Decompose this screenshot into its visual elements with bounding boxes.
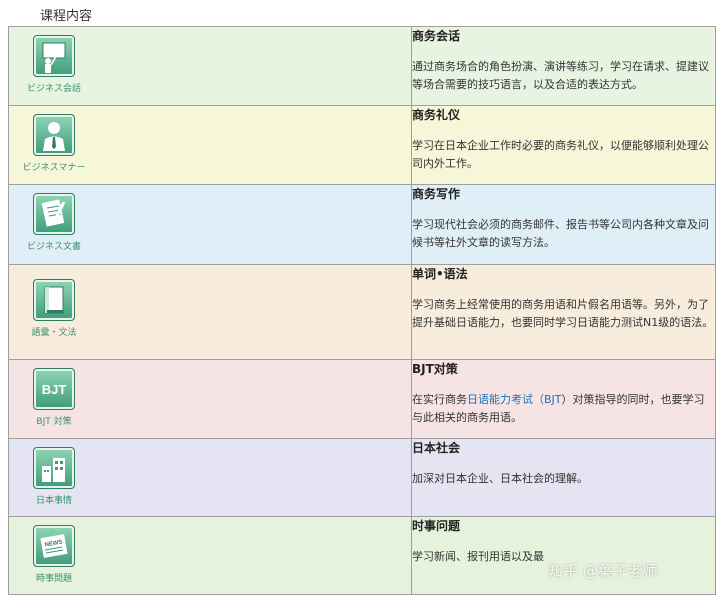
course-title: 时事问题: [412, 519, 461, 533]
icon-label: BJT 対策: [36, 417, 72, 427]
course-title: 商务礼仪: [412, 108, 461, 122]
page-title: 课程内容: [40, 9, 93, 24]
desc-text: 在实行商务: [412, 393, 467, 406]
table-row: ビジネス文書 商务写作 学习现代社会必须的商务邮件、报告书等公司内各种文章及问候…: [8, 184, 716, 265]
icon-cell: 語彙・文法: [8, 264, 412, 360]
icon-cell: BJT BJT 対策: [8, 359, 412, 439]
table-row: BJT BJT 対策 BJT对策 在实行商务日语能力考试（BJT）对策指导的同时…: [8, 359, 716, 439]
newspaper-icon: NEWS: [33, 525, 75, 567]
book-icon: [33, 279, 75, 321]
buildings-icon: [33, 447, 75, 489]
watermark: 知乎 @葉子老师: [548, 562, 658, 580]
document-pen-icon: [33, 193, 75, 235]
course-title: 日本社会: [412, 441, 461, 455]
course-description: 加深对日本企业、日本社会的理解。: [412, 472, 588, 485]
icon-cell: ビジネス会話: [8, 26, 412, 106]
bjt-icon: BJT: [33, 368, 75, 410]
course-icon: ビジネス会話: [14, 35, 94, 94]
table-row: ビジネス会話 商务会话 通过商务场合的角色扮演、演讲等练习，学习在请求、提建议等…: [8, 26, 716, 106]
description-cell: 商务礼仪 学习在日本企业工作时必要的商务礼仪，以便能够顺利处理公司内外工作。: [411, 105, 716, 185]
course-description: 学习在日本企业工作时必要的商务礼仪，以便能够顺利处理公司内外工作。: [412, 139, 709, 170]
icon-cell: ビジネスマナー: [8, 105, 412, 185]
description-cell: 日本社会 加深对日本企业、日本社会的理解。: [411, 438, 716, 517]
icon-label: ビジネス文書: [26, 242, 81, 252]
description-cell: 单词•语法 学习商务上经常使用的商务用语和片假名用语等。另外，为了提升基础日语能…: [411, 264, 716, 360]
bjt-icon-text: BJT: [42, 382, 67, 397]
businessman-icon: [33, 114, 75, 156]
table-row: 語彙・文法 单词•语法 学习商务上经常使用的商务用语和片假名用语等。另外，为了提…: [8, 264, 716, 360]
presentation-icon: [33, 35, 75, 77]
course-title: 商务写作: [412, 187, 461, 201]
icon-cell: ビジネス文書: [8, 184, 412, 265]
icon-cell: NEWS 時事問題: [8, 516, 412, 595]
icon-label: ビジネスマナー: [22, 163, 86, 173]
icon-cell: 日本事情: [8, 438, 412, 517]
course-description: 学习商务上经常使用的商务用语和片假名用语等。另外，为了提升基础日语能力，也要同时…: [412, 298, 714, 329]
table-row: ビジネスマナー 商务礼仪 学习在日本企业工作时必要的商务礼仪，以便能够顺利处理公…: [8, 105, 716, 185]
table-row: 日本事情 日本社会 加深对日本企业、日本社会的理解。: [8, 438, 716, 517]
description-cell: 时事问题 学习新闻、报刊用语以及最: [411, 516, 716, 595]
course-icon: ビジネスマナー: [14, 114, 94, 173]
description-cell: 商务写作 学习现代社会必须的商务邮件、报告书等公司内各种文章及问候书等社外文章的…: [411, 184, 716, 265]
icon-label: 語彙・文法: [31, 328, 77, 338]
course-icon: BJT BJT 対策: [14, 368, 94, 427]
course-description: 通过商务场合的角色扮演、演讲等练习，学习在请求、提建议等场合需要的技巧语言，以及…: [412, 60, 709, 91]
course-description: 学习现代社会必须的商务邮件、报告书等公司内各种文章及问候书等社外文章的读写方法。: [412, 218, 709, 249]
course-description: 在实行商务日语能力考试（BJT）对策指导的同时，也要学习与此相关的商务用语。: [412, 391, 715, 427]
description-cell: BJT对策 在实行商务日语能力考试（BJT）对策指导的同时，也要学习与此相关的商…: [411, 359, 716, 439]
table-row: NEWS 時事問題 时事问题 学习新闻、报刊用语以及最: [8, 516, 716, 595]
bjt-link[interactable]: 日语能力考试（BJT: [467, 393, 562, 406]
course-title: 商务会话: [412, 29, 461, 43]
icon-label: 日本事情: [35, 496, 72, 506]
course-icon: 日本事情: [14, 447, 94, 506]
icon-label: 時事問題: [35, 574, 72, 584]
course-table: ビジネス会話 商务会话 通过商务场合的角色扮演、演讲等练习，学习在请求、提建议等…: [8, 26, 716, 595]
course-icon: ビジネス文書: [14, 193, 94, 252]
course-icon: 語彙・文法: [14, 279, 94, 338]
description-cell: 商务会话 通过商务场合的角色扮演、演讲等练习，学习在请求、提建议等场合需要的技巧…: [411, 26, 716, 106]
course-icon: NEWS 時事問題: [14, 525, 94, 584]
icon-label: ビジネス会話: [26, 84, 81, 94]
course-title: BJT对策: [412, 362, 458, 376]
course-title: 单词•语法: [412, 267, 468, 281]
